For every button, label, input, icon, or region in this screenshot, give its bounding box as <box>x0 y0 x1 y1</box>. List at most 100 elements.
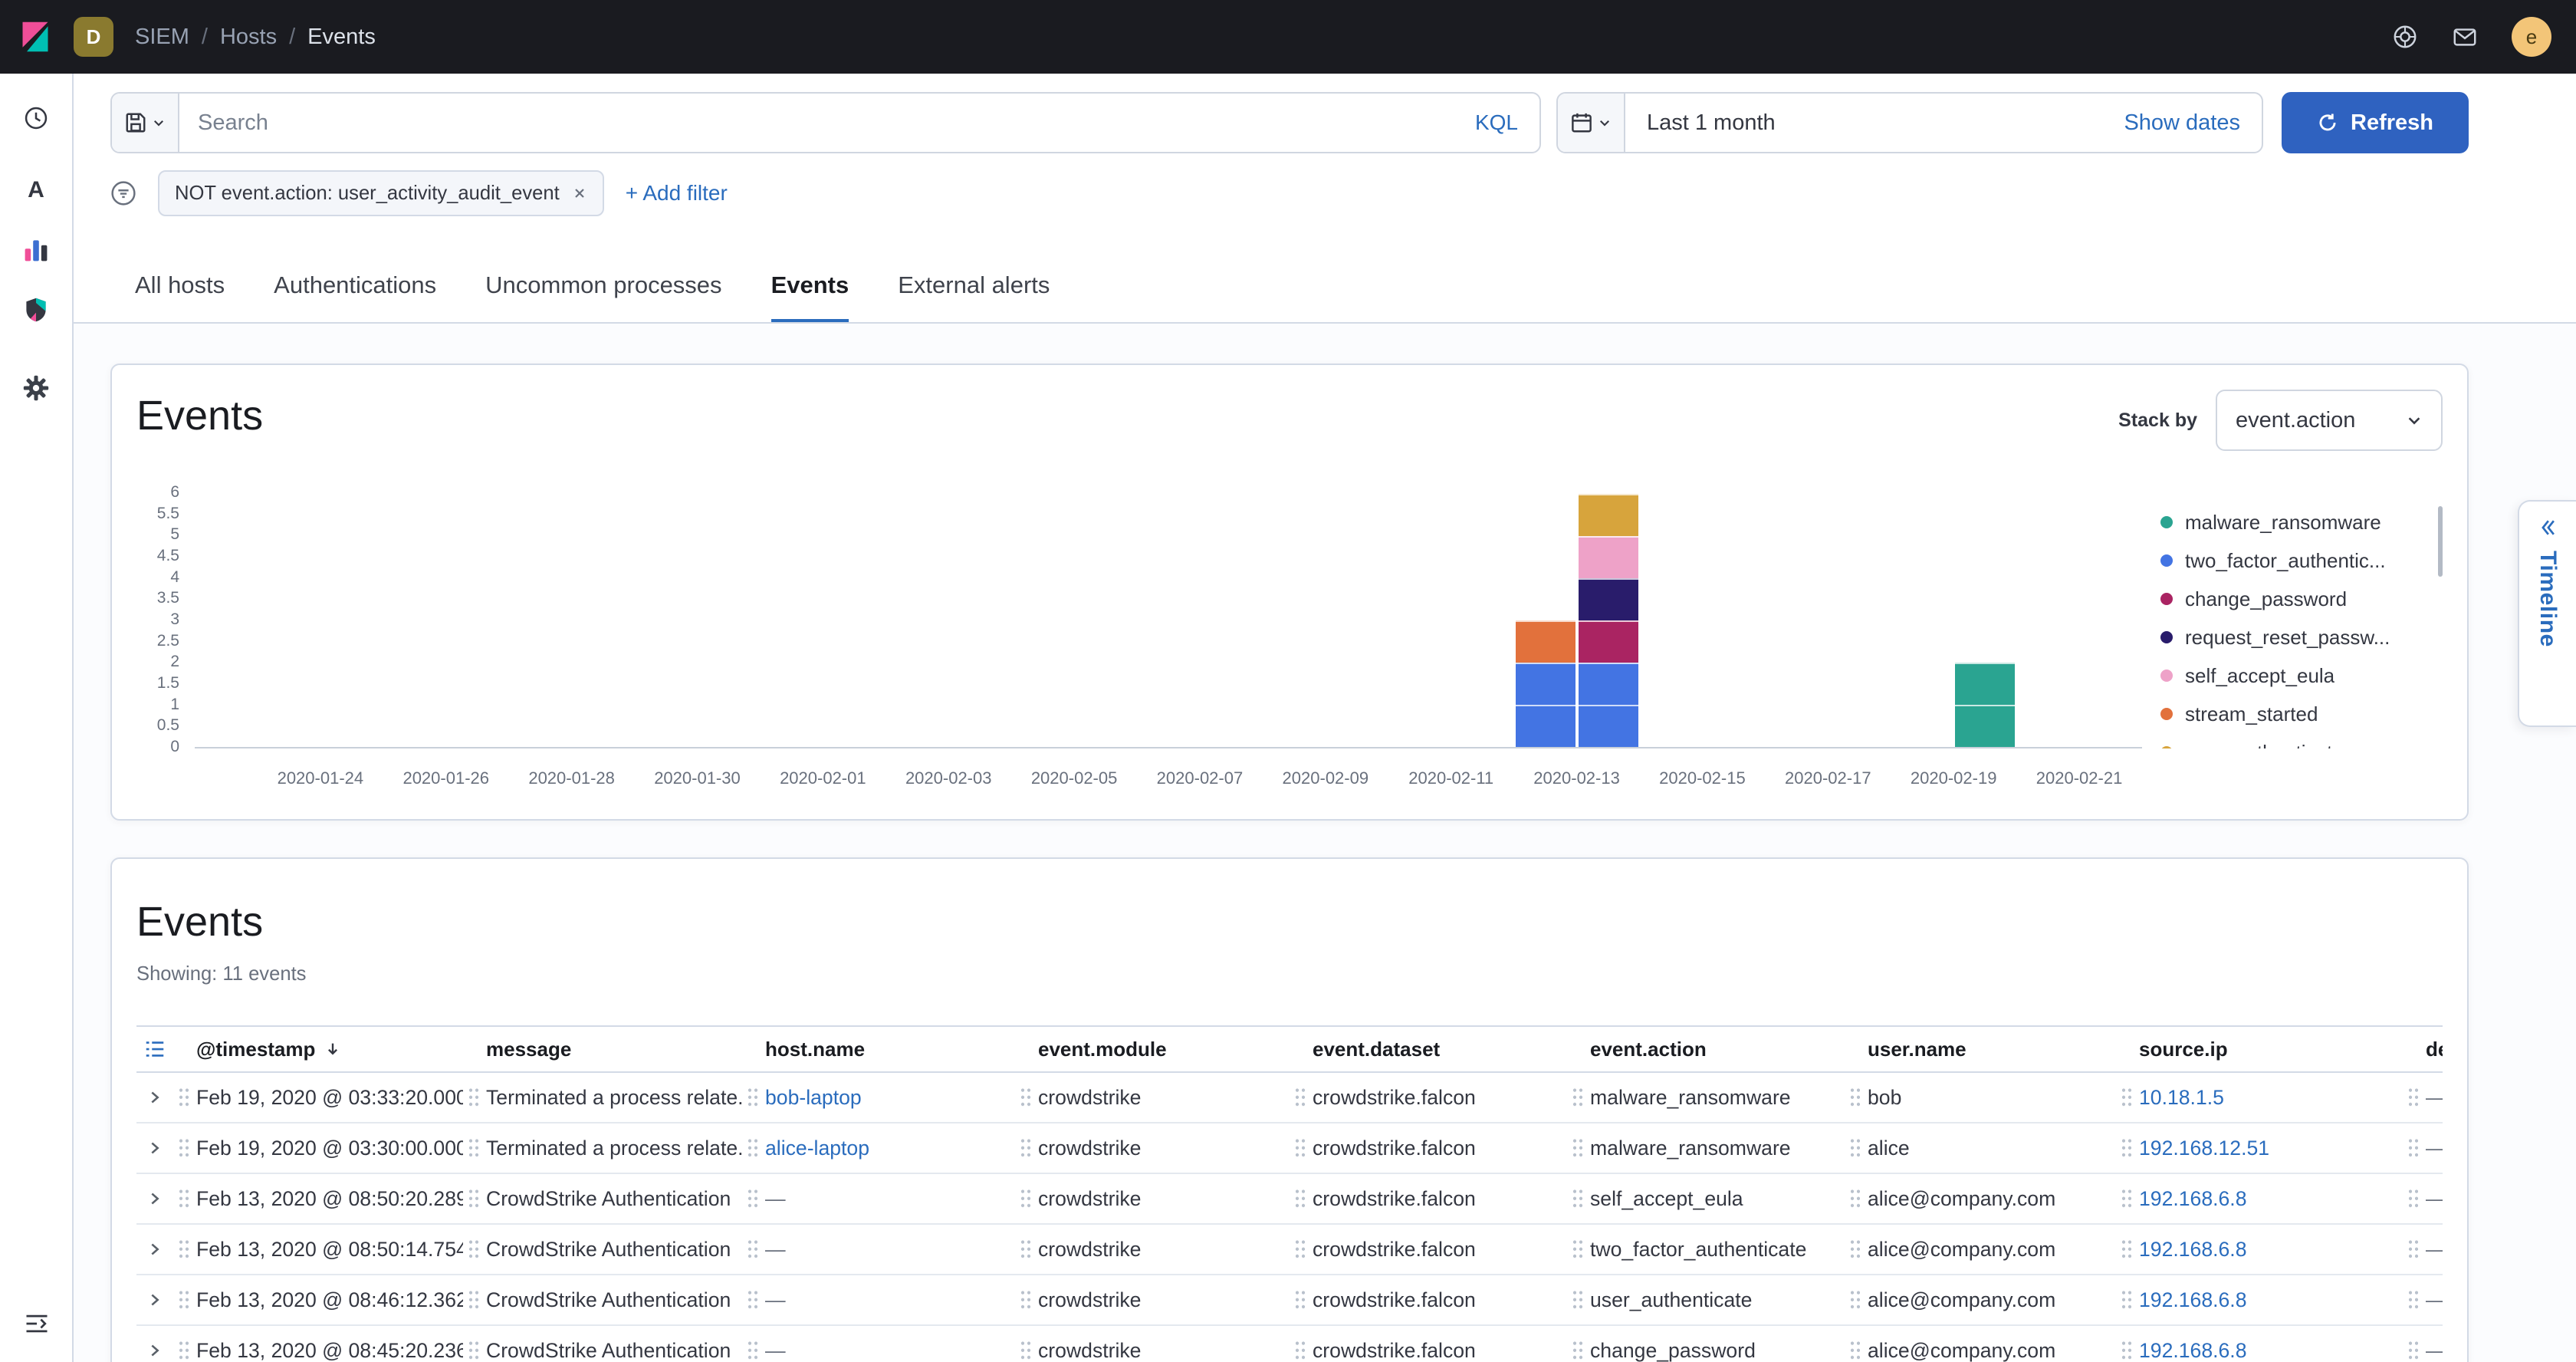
user-avatar[interactable]: e <box>2512 17 2551 57</box>
drag-handle[interactable] <box>747 1340 759 1361</box>
tab-events[interactable]: Events <box>771 271 849 322</box>
drag-handle[interactable] <box>2407 1289 2420 1311</box>
cell-module[interactable]: crowdstrike <box>1015 1086 1290 1110</box>
legend-item[interactable]: user_authenticate <box>2160 733 2443 748</box>
drag-handle[interactable] <box>1849 1188 1861 1209</box>
drag-handle[interactable] <box>1020 1289 1032 1311</box>
drag-handle[interactable] <box>1020 1340 1032 1361</box>
legend-item[interactable]: self_accept_eula <box>2160 656 2443 695</box>
chart-bar[interactable] <box>1516 494 1576 747</box>
remove-filter-icon[interactable] <box>572 186 587 201</box>
cell-module[interactable]: crowdstrike <box>1015 1187 1290 1211</box>
chart-bar[interactable] <box>1955 494 2015 747</box>
expand-row-button[interactable] <box>136 1190 173 1207</box>
breadcrumb-siem[interactable]: SIEM <box>135 25 189 50</box>
drag-handle[interactable] <box>2121 1137 2133 1159</box>
cell-timestamp[interactable]: Feb 19, 2020 @ 03:30:00.000 <box>173 1137 463 1160</box>
cell-module[interactable]: crowdstrike <box>1015 1137 1290 1160</box>
cell-dataset[interactable]: crowdstrike.falcon <box>1290 1086 1567 1110</box>
column-header-source_ip[interactable]: source.ip <box>2116 1038 2403 1061</box>
management-gear-icon[interactable] <box>10 362 62 414</box>
cell-timestamp[interactable]: Feb 13, 2020 @ 08:45:20.236 <box>173 1339 463 1362</box>
drag-handle[interactable] <box>1572 1087 1584 1108</box>
drag-handle[interactable] <box>747 1087 759 1108</box>
cell-user[interactable]: alice@company.com <box>1845 1238 2116 1262</box>
drag-handle[interactable] <box>1020 1239 1032 1260</box>
drag-handle[interactable] <box>2121 1087 2133 1108</box>
drag-handle[interactable] <box>178 1239 190 1260</box>
analytics-app-icon[interactable] <box>10 224 62 276</box>
tab-uncommon-processes[interactable]: Uncommon processes <box>485 271 721 322</box>
cell-message[interactable]: CrowdStrike Authentication <box>463 1339 742 1362</box>
legend-item[interactable]: change_password <box>2160 580 2443 618</box>
dock-navigation-icon[interactable] <box>11 1298 63 1350</box>
sidebar-item-app-a[interactable]: A <box>10 164 62 216</box>
cell-dataset[interactable]: crowdstrike.falcon <box>1290 1339 1567 1362</box>
refresh-button[interactable]: Refresh <box>2282 92 2469 153</box>
drag-handle[interactable] <box>178 1340 190 1361</box>
cell-user[interactable]: alice@company.com <box>1845 1288 2116 1312</box>
cell-source_ip[interactable]: 192.168.6.8 <box>2116 1238 2403 1262</box>
column-header-host[interactable]: host.name <box>742 1038 1015 1061</box>
drag-handle[interactable] <box>2407 1239 2420 1260</box>
space-badge[interactable]: D <box>74 17 113 57</box>
drag-handle[interactable] <box>178 1087 190 1108</box>
cell-destination[interactable]: — <box>2403 1137 2443 1160</box>
drag-handle[interactable] <box>1294 1239 1306 1260</box>
drag-handle[interactable] <box>2407 1188 2420 1209</box>
chart-bar[interactable] <box>1579 494 1638 747</box>
legend-item[interactable]: request_reset_passw... <box>2160 618 2443 656</box>
fields-browser-button[interactable] <box>136 1038 173 1061</box>
search-input[interactable] <box>179 94 1454 152</box>
cell-destination[interactable]: — <box>2403 1238 2443 1262</box>
drag-handle[interactable] <box>1849 1289 1861 1311</box>
expand-row-button[interactable] <box>136 1089 173 1106</box>
show-dates-link[interactable]: Show dates <box>2124 110 2240 136</box>
drag-handle[interactable] <box>747 1239 759 1260</box>
drag-handle[interactable] <box>468 1239 480 1260</box>
drag-handle[interactable] <box>468 1340 480 1361</box>
cell-action[interactable]: user_authenticate <box>1567 1288 1845 1312</box>
cell-action[interactable]: two_factor_authenticate <box>1567 1238 1845 1262</box>
cell-action[interactable]: self_accept_eula <box>1567 1187 1845 1211</box>
drag-handle[interactable] <box>1572 1188 1584 1209</box>
drag-handle[interactable] <box>1849 1087 1861 1108</box>
cell-message[interactable]: CrowdStrike Authentication <box>463 1288 742 1312</box>
drag-handle[interactable] <box>468 1087 480 1108</box>
cell-host[interactable]: bob-laptop <box>742 1086 1015 1110</box>
column-header-module[interactable]: event.module <box>1015 1038 1290 1061</box>
drag-handle[interactable] <box>1020 1137 1032 1159</box>
expand-row-button[interactable] <box>136 1291 173 1308</box>
drag-handle[interactable] <box>1849 1340 1861 1361</box>
tab-authentications[interactable]: Authentications <box>274 271 436 322</box>
cell-destination[interactable]: — <box>2403 1288 2443 1312</box>
cell-destination[interactable]: — <box>2403 1086 2443 1110</box>
stack-by-select[interactable]: event.action <box>2216 390 2443 451</box>
cell-user[interactable]: alice <box>1845 1137 2116 1160</box>
recently-viewed-icon[interactable] <box>10 92 62 144</box>
column-header-action[interactable]: event.action <box>1567 1038 1845 1061</box>
cell-dataset[interactable]: crowdstrike.falcon <box>1290 1137 1567 1160</box>
drag-handle[interactable] <box>178 1289 190 1311</box>
drag-handle[interactable] <box>178 1137 190 1159</box>
cell-module[interactable]: crowdstrike <box>1015 1288 1290 1312</box>
column-header-user[interactable]: user.name <box>1845 1038 2116 1061</box>
kibana-logo[interactable] <box>18 20 52 54</box>
cell-message[interactable]: CrowdStrike Authentication <box>463 1238 742 1262</box>
drag-handle[interactable] <box>468 1137 480 1159</box>
cell-timestamp[interactable]: Feb 13, 2020 @ 08:46:12.362 <box>173 1288 463 1312</box>
drag-handle[interactable] <box>1849 1239 1861 1260</box>
filter-options-icon[interactable] <box>110 180 136 206</box>
cell-timestamp[interactable]: Feb 19, 2020 @ 03:33:20.000 <box>173 1086 463 1110</box>
date-quick-select-button[interactable] <box>1558 94 1625 152</box>
drag-handle[interactable] <box>1020 1087 1032 1108</box>
add-filter-link[interactable]: + Add filter <box>626 181 728 206</box>
time-range-display[interactable]: Last 1 month Show dates <box>1625 94 2262 152</box>
drag-handle[interactable] <box>1849 1137 1861 1159</box>
cell-message[interactable]: CrowdStrike Authentication <box>463 1187 742 1211</box>
drag-handle[interactable] <box>178 1188 190 1209</box>
cell-timestamp[interactable]: Feb 13, 2020 @ 08:50:14.754 <box>173 1238 463 1262</box>
drag-handle[interactable] <box>1572 1137 1584 1159</box>
cell-host[interactable]: — <box>742 1238 1015 1262</box>
cell-source_ip[interactable]: 10.18.1.5 <box>2116 1086 2403 1110</box>
